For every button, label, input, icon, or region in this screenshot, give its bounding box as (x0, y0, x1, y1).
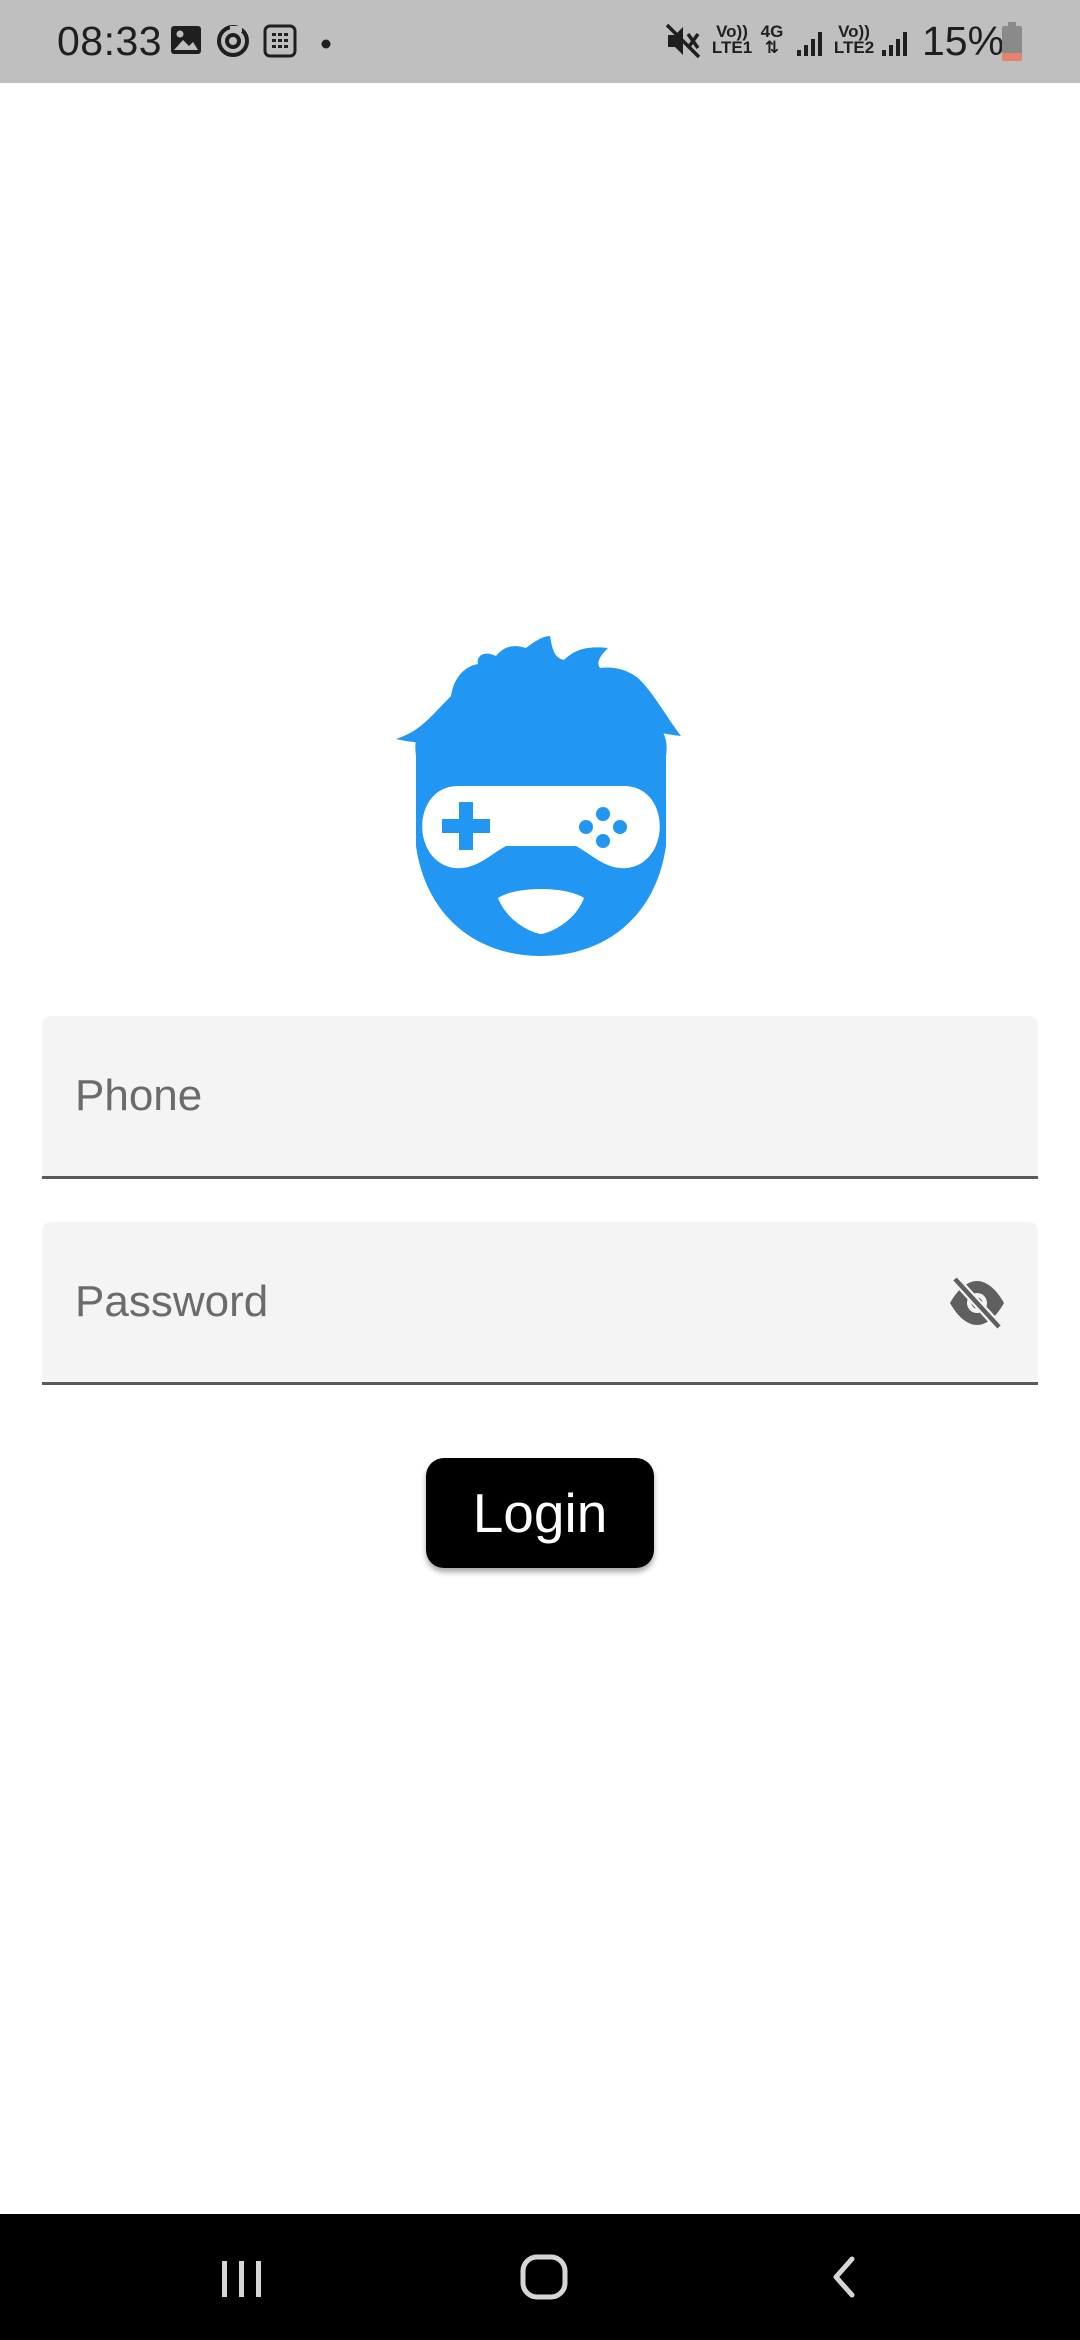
image-icon (170, 25, 202, 60)
eye-off-icon[interactable] (947, 1275, 1007, 1331)
status-bar: 08:33 Vo)) LTE1 4G ⇅ Vo)) LTE2 15% (0, 0, 1080, 83)
recents-icon[interactable] (202, 2244, 282, 2310)
sim2-label: Vo)) LTE2 (832, 23, 876, 57)
gamer-logo-icon (396, 636, 686, 956)
battery-percent: 15% (922, 18, 1005, 64)
back-icon[interactable] (806, 2244, 886, 2310)
calculator-icon (263, 24, 297, 63)
login-button[interactable]: Login (426, 1458, 654, 1568)
home-icon[interactable] (504, 2244, 584, 2310)
mute-icon (664, 22, 702, 65)
data-arrows-icon: ⇅ (764, 38, 780, 57)
sim1-lte: LTE1 (711, 38, 753, 57)
sim2-lte: LTE2 (833, 38, 875, 57)
network-type: 4G ⇅ (756, 23, 788, 57)
signal-icon (880, 28, 910, 63)
password-field[interactable] (42, 1222, 1038, 1385)
battery-icon (1001, 22, 1023, 67)
sim1-label: Vo)) LTE1 (710, 23, 754, 57)
password-input[interactable] (42, 1222, 1038, 1382)
phone-field[interactable] (42, 1016, 1038, 1179)
sync-icon (216, 24, 250, 63)
signal-icon (795, 28, 825, 63)
status-time: 08:33 (57, 18, 163, 64)
notification-dot-icon (321, 36, 331, 54)
navigation-bar (0, 2214, 1080, 2340)
phone-input[interactable] (42, 1016, 1038, 1176)
login-screen: 08:33 Vo)) LTE1 4G ⇅ Vo)) LTE2 15% Phone… (0, 0, 1080, 2340)
